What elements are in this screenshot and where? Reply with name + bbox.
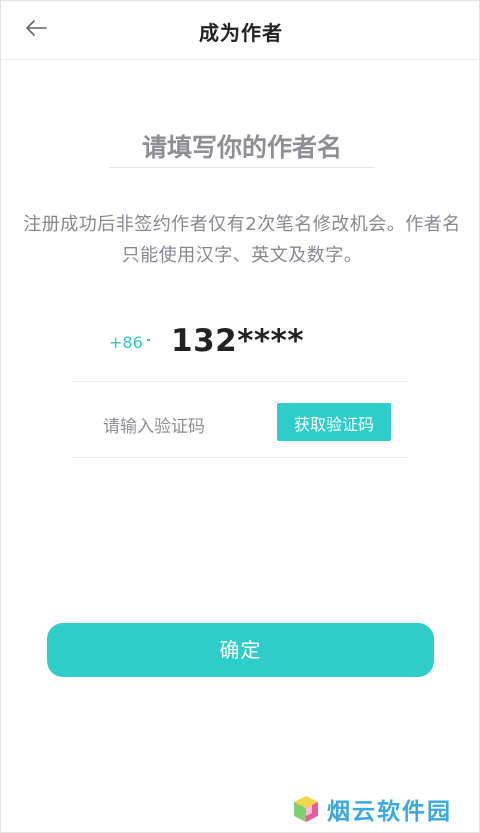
author-name-notice: 注册成功后非签约作者仅有2次笔名修改机会。作者名只能使用汉字、英文及数字。 — [23, 214, 461, 266]
watermark: 烟云软件园 — [291, 791, 452, 827]
get-code-button[interactable]: 获取验证码 — [277, 403, 391, 441]
app-screen: 成为作者 注册成功后非签约作者仅有2次笔名修改机会。作者名只能使用汉字、英文及数… — [0, 0, 480, 833]
phone-row: +86 132**** — [73, 323, 407, 382]
verification-code-input[interactable] — [103, 412, 273, 442]
country-code-selector[interactable]: +86 — [109, 333, 143, 352]
phone-number: 132**** — [171, 323, 305, 359]
page-title: 成为作者 — [199, 21, 283, 45]
cube-logo-icon — [291, 794, 321, 824]
app-header: 成为作者 — [1, 1, 480, 60]
verification-row: 获取验证码 — [73, 382, 407, 458]
confirm-button[interactable]: 确定 — [47, 623, 434, 677]
author-name-input[interactable] — [109, 127, 375, 168]
chevron-down-icon — [147, 339, 150, 341]
watermark-text: 烟云软件园 — [327, 799, 452, 825]
